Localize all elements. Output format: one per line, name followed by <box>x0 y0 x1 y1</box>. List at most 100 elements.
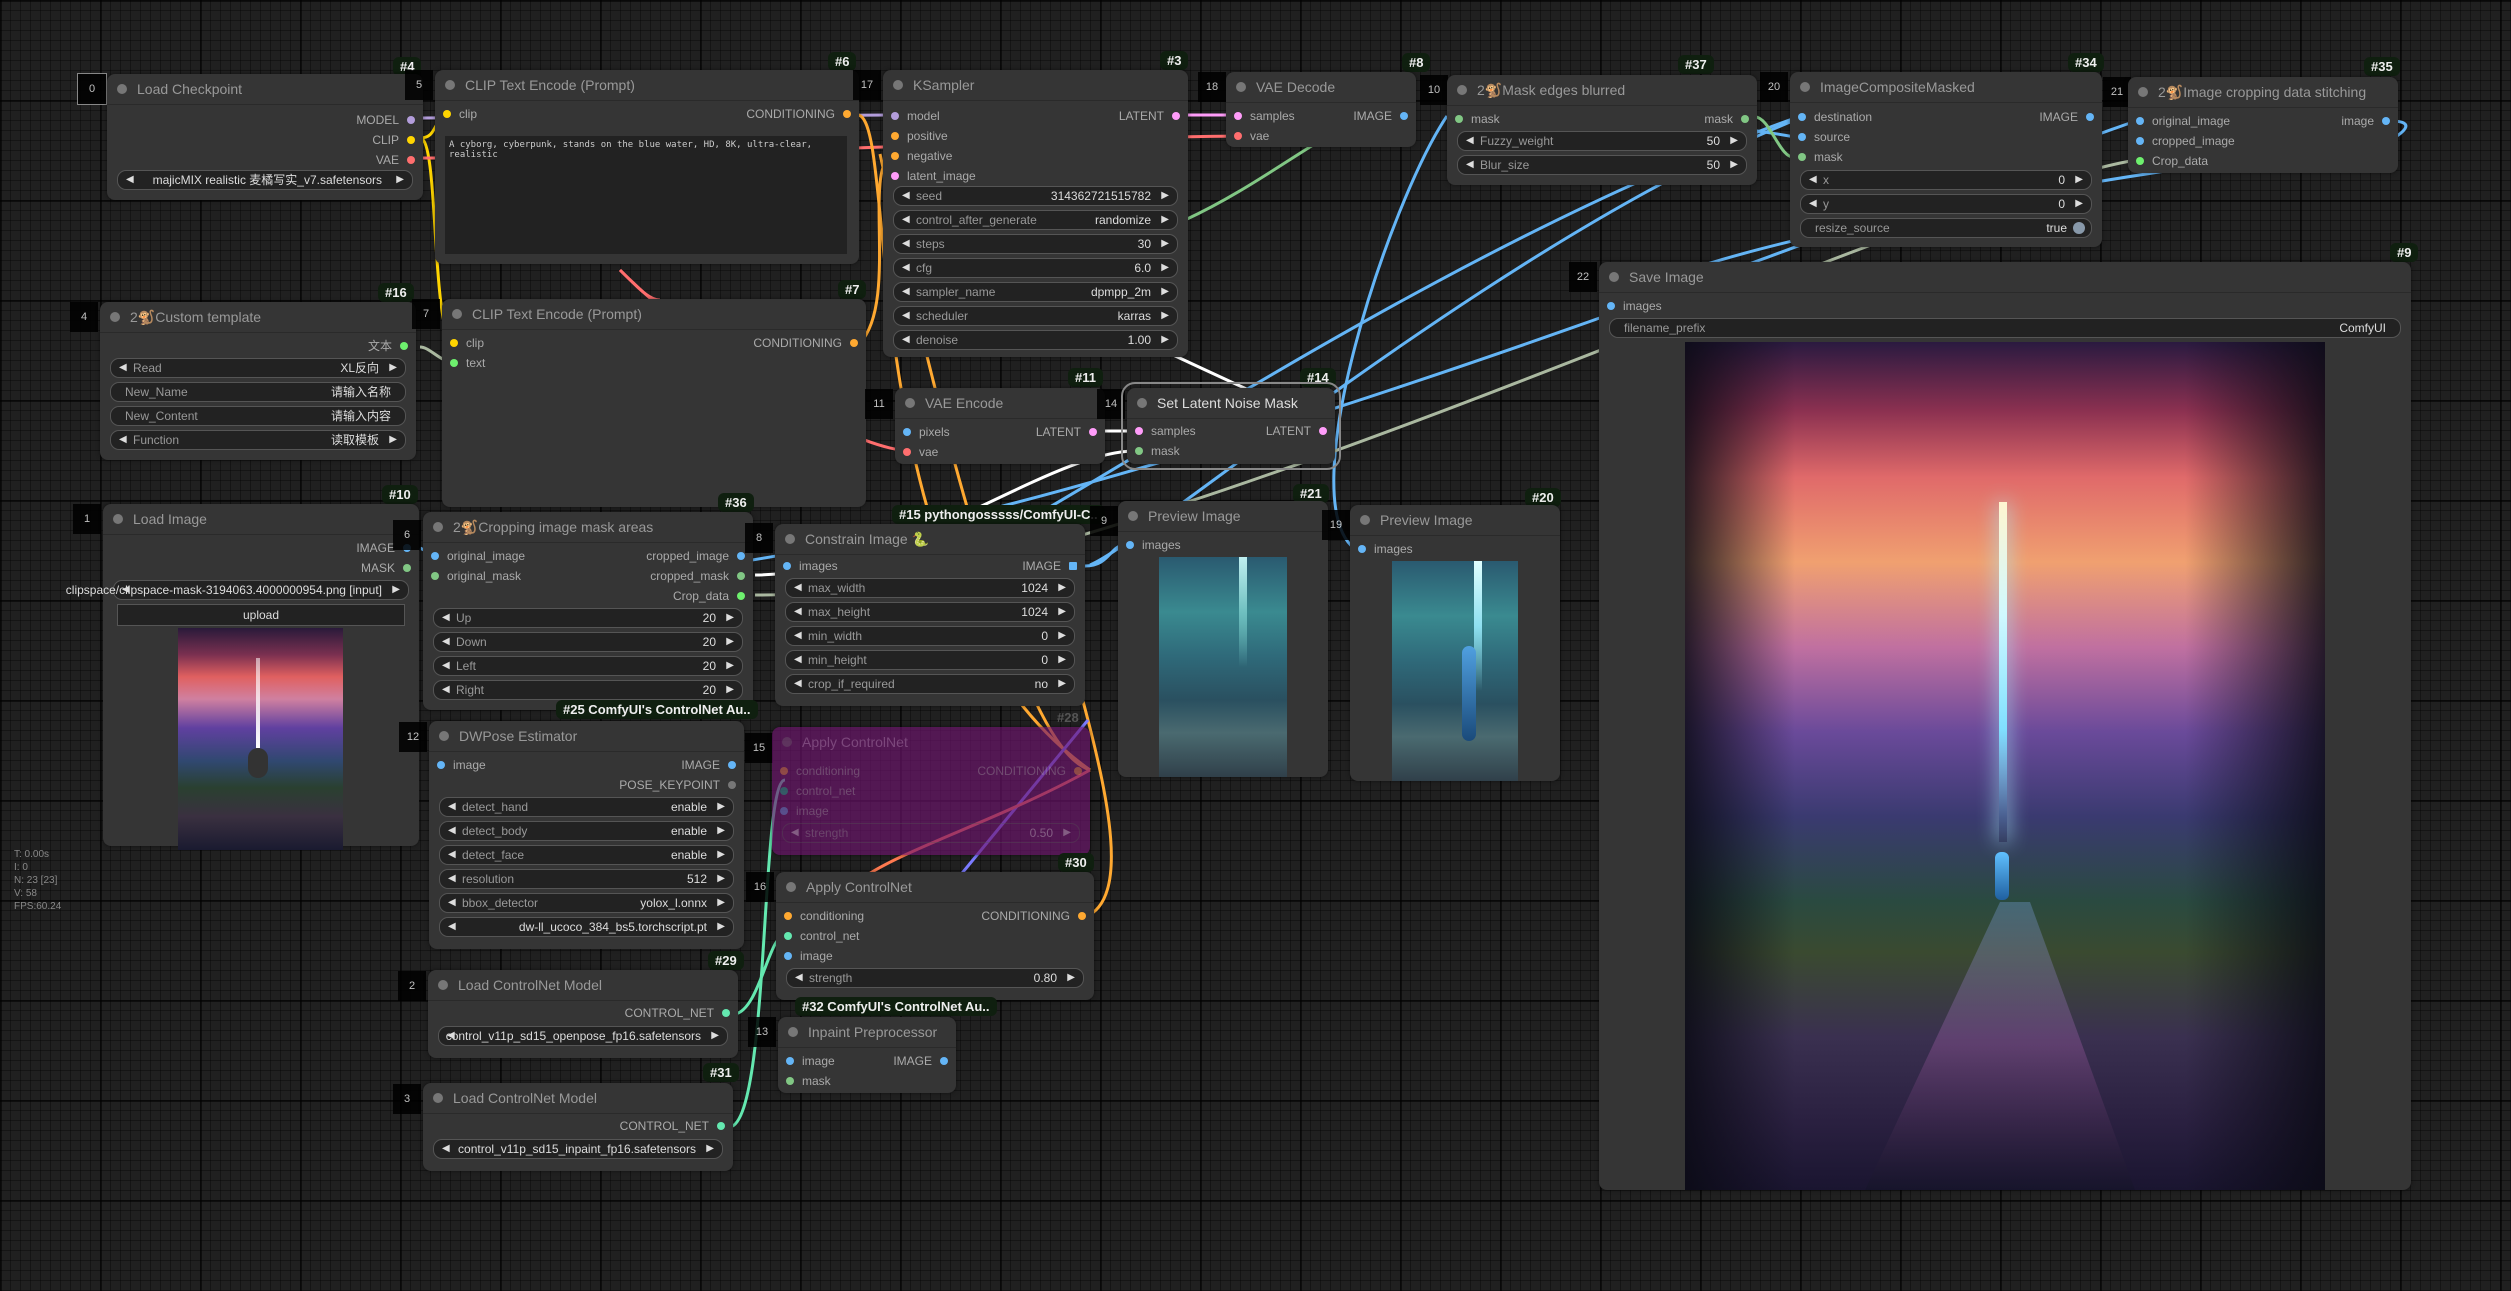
slot-dot-icon[interactable] <box>1358 544 1366 553</box>
arrow-left-icon[interactable]: ◀ <box>119 431 127 449</box>
node-title[interactable]: Load ControlNet Model <box>423 1083 733 1114</box>
input-vae[interactable]: vae <box>903 442 938 462</box>
arrow-left-icon[interactable]: ◀ <box>902 259 910 277</box>
denoise-widget[interactable]: ◀ denoise 1.00 ▶ <box>893 330 1178 350</box>
output-control-net[interactable]: CONTROL_NET <box>625 1003 730 1023</box>
slot-dot-icon[interactable] <box>1455 114 1463 123</box>
arrow-left-icon[interactable]: ◀ <box>442 609 450 627</box>
output-model[interactable]: MODEL <box>356 110 415 130</box>
slot-dot-icon[interactable] <box>2136 136 2144 145</box>
arrow-left-icon[interactable]: ◀ <box>1809 195 1817 213</box>
slot-dot-icon[interactable] <box>431 551 439 560</box>
node-apply-controlnet-bypassed[interactable]: Apply ControlNet conditioning control_ne… <box>772 727 1090 855</box>
input-clip[interactable]: clip <box>443 104 477 124</box>
arrow-right-icon[interactable]: ▶ <box>396 171 404 189</box>
input-positive[interactable]: positive <box>891 126 948 146</box>
slot-dot-icon[interactable] <box>891 151 899 160</box>
output-pose-keypoint[interactable]: POSE_KEYPOINT <box>619 775 736 795</box>
control-after-generate-widget[interactable]: ◀ control_after_generate randomize ▶ <box>893 210 1178 230</box>
slot-dot-icon[interactable] <box>407 155 415 164</box>
slot-dot-icon[interactable] <box>717 1121 725 1130</box>
output-crop-data[interactable]: Crop_data <box>673 586 745 606</box>
slot-dot-icon[interactable] <box>780 806 788 815</box>
slot-dot-icon[interactable] <box>450 358 458 367</box>
collapse-dot-icon[interactable] <box>782 737 792 747</box>
input-original-mask[interactable]: original_mask <box>431 566 521 586</box>
slot-dot-icon[interactable] <box>437 760 445 769</box>
slot-dot-icon[interactable] <box>1234 111 1242 120</box>
arrow-left-icon[interactable]: ◀ <box>902 211 910 229</box>
node-title[interactable]: 2🐒Mask edges blurred <box>1447 75 1757 106</box>
input-image[interactable]: image <box>786 1051 835 1071</box>
collapse-dot-icon[interactable] <box>1128 511 1138 521</box>
slot-dot-icon[interactable] <box>891 111 899 120</box>
min-height-widget[interactable]: ◀ min_height 0 ▶ <box>785 650 1075 670</box>
detect-body-widget[interactable]: ◀ detect_body enable ▶ <box>439 821 734 841</box>
output-vae[interactable]: VAE <box>376 150 415 170</box>
arrow-left-icon[interactable]: ◀ <box>902 235 910 253</box>
arrow-right-icon[interactable]: ▶ <box>711 1027 719 1045</box>
output-conditioning[interactable]: CONDITIONING <box>981 906 1086 926</box>
arrow-left-icon[interactable]: ◀ <box>126 171 134 189</box>
slot-dot-icon[interactable] <box>786 1076 794 1085</box>
arrow-left-icon[interactable]: ◀ <box>448 918 456 936</box>
slot-dot-icon[interactable] <box>784 911 792 920</box>
x-widget[interactable]: ◀ x 0 ▶ <box>1800 170 2092 190</box>
collapse-dot-icon[interactable] <box>452 309 462 319</box>
slot-dot-icon[interactable] <box>780 766 788 775</box>
node-title[interactable]: VAE Encode <box>895 388 1105 419</box>
node-title[interactable]: Apply ControlNet <box>776 872 1094 903</box>
slot-dot-icon[interactable] <box>1400 111 1408 120</box>
slot-dot-icon[interactable] <box>784 951 792 960</box>
output-latent[interactable]: LATENT <box>1119 106 1180 126</box>
collapse-dot-icon[interactable] <box>1137 398 1147 408</box>
slot-dot-icon[interactable] <box>843 109 851 118</box>
arrow-left-icon[interactable]: ◀ <box>1809 171 1817 189</box>
slot-dot-icon[interactable] <box>737 591 745 600</box>
arrow-left-icon[interactable]: ◀ <box>794 675 802 693</box>
slot-dot-icon[interactable] <box>1135 446 1143 455</box>
input-mask[interactable]: mask <box>786 1071 831 1091</box>
slot-dot-icon[interactable] <box>786 1056 794 1065</box>
collapse-dot-icon[interactable] <box>2138 87 2148 97</box>
node-preview-image-20[interactable]: Preview Image images <box>1350 505 1560 781</box>
arrow-right-icon[interactable]: ▶ <box>1161 235 1169 253</box>
image-combo[interactable]: ◀ clipspace/clipspace-mask-3194063.400000… <box>66 580 409 600</box>
input-image[interactable]: image <box>437 755 486 775</box>
collapse-dot-icon[interactable] <box>433 522 443 532</box>
arrow-right-icon[interactable]: ▶ <box>389 431 397 449</box>
slot-dot-icon[interactable] <box>783 561 791 570</box>
node-title[interactable]: Load Image <box>103 504 419 535</box>
new-name-input[interactable]: New_Name 请输入名称 <box>110 382 406 402</box>
toggle-knob-icon[interactable] <box>2073 222 2085 234</box>
arrow-left-icon[interactable]: ◀ <box>902 331 910 349</box>
arrow-left-icon[interactable]: ◀ <box>902 307 910 325</box>
detect-hand-widget[interactable]: ◀ detect_hand enable ▶ <box>439 797 734 817</box>
input-original-image[interactable]: original_image <box>431 546 525 566</box>
node-title[interactable]: 2🐒Image cropping data stitching <box>2128 77 2398 108</box>
node-clip-text-encode-negative[interactable]: CLIP Text Encode (Prompt) clip text COND… <box>442 299 866 507</box>
arrow-left-icon[interactable]: ◀ <box>442 633 450 651</box>
input-cropped-image[interactable]: cropped_image <box>2136 131 2235 151</box>
node-inpaint-preprocessor[interactable]: Inpaint Preprocessor image mask IMAGE <box>778 1017 956 1093</box>
arrow-right-icon[interactable]: ▶ <box>1161 187 1169 205</box>
slot-dot-icon[interactable] <box>1607 301 1615 310</box>
node-title[interactable]: Load Checkpoint <box>107 74 423 105</box>
input-images[interactable]: images <box>1358 539 1413 559</box>
arrow-right-icon[interactable]: ▶ <box>717 894 725 912</box>
slot-dot-icon[interactable] <box>780 786 788 795</box>
node-mask-edges-blurred[interactable]: 2🐒Mask edges blurred mask mask ◀ Fuzzy_we… <box>1447 75 1757 185</box>
arrow-right-icon[interactable]: ▶ <box>1058 627 1066 645</box>
slot-dot-icon[interactable] <box>728 760 736 769</box>
slot-dot-icon[interactable] <box>407 115 415 124</box>
arrow-right-icon[interactable]: ▶ <box>1063 824 1071 842</box>
input-images[interactable]: images <box>783 556 838 576</box>
fuzzy-weight-widget[interactable]: ◀ Fuzzy_weight 50 ▶ <box>1457 131 1747 151</box>
arrow-right-icon[interactable]: ▶ <box>726 657 734 675</box>
arrow-right-icon[interactable]: ▶ <box>726 681 734 699</box>
controlnet-name-combo[interactable]: ◀ control_v11p_sd15_openpose_fp16.safeten… <box>438 1026 728 1046</box>
arrow-right-icon[interactable]: ▶ <box>2075 195 2083 213</box>
right-widget[interactable]: ◀ Right 20 ▶ <box>433 680 743 700</box>
collapse-dot-icon[interactable] <box>113 514 123 524</box>
node-title[interactable]: KSampler <box>883 70 1188 101</box>
